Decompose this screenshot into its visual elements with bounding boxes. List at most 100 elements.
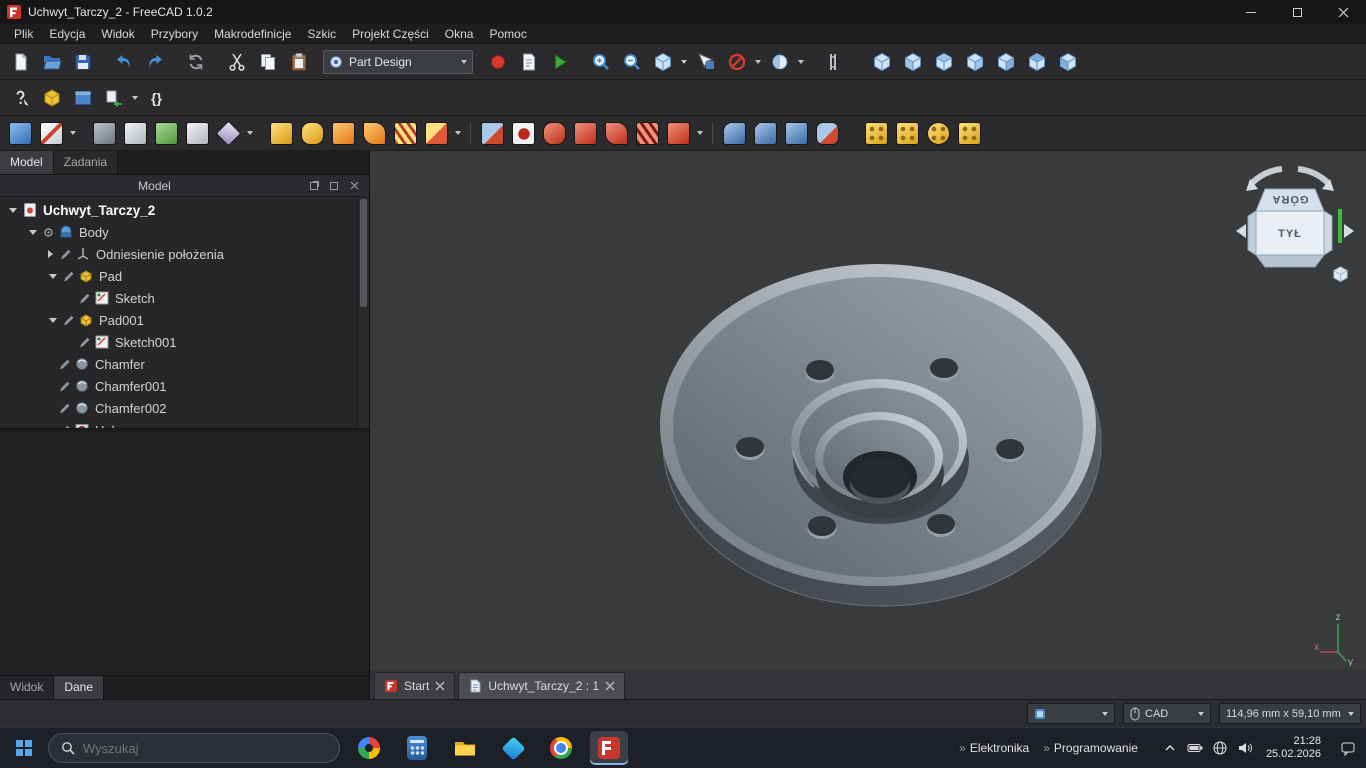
view-top-button[interactable] [929,47,958,76]
hole-button[interactable] [509,119,538,148]
tree-item-origin[interactable]: Odniesienie położenia [0,243,356,265]
workbench-selector[interactable]: Part Design [323,50,473,74]
search-input[interactable] [83,741,303,756]
dimension-display[interactable]: 114,96 mm x 59,10 mm [1219,703,1361,724]
unit-system-selector[interactable] [1027,703,1115,724]
expand-arrow-icon[interactable] [49,274,57,279]
tree-item-hole[interactable]: Hole [0,419,356,429]
groove-button[interactable] [540,119,569,148]
taskbar-app-calculator[interactable] [398,731,436,765]
taskbar-app-explorer[interactable] [446,731,484,765]
maximize-button[interactable] [1274,0,1320,24]
tree-item-chamfer001[interactable]: Chamfer001 [0,375,356,397]
redo-button[interactable] [140,47,169,76]
minimize-button[interactable] [1228,0,1274,24]
navcube-front-label[interactable]: TYŁ [1278,228,1302,240]
copy-button[interactable] [253,47,282,76]
hidden-icons-chevron-icon[interactable] [1162,740,1178,756]
thickness-button[interactable] [813,119,842,148]
menu-pomoc[interactable]: Pomoc [481,25,534,43]
menu-okna[interactable]: Okna [437,25,482,43]
cube-tool-button[interactable] [37,83,66,112]
linear-pattern-button[interactable] [893,119,922,148]
tree-item-pad001[interactable]: Pad001 [0,309,356,331]
deskband-programowanie[interactable]: » Programowanie [1043,741,1138,755]
taskbar-app-chrome[interactable] [542,731,580,765]
datum-button[interactable] [214,119,243,148]
expand-arrow-icon[interactable] [49,318,57,323]
refresh-button[interactable] [181,47,210,76]
view-axonometric-button[interactable] [867,47,896,76]
tab-dane[interactable]: Dane [54,676,104,699]
draw-style-button[interactable] [765,47,794,76]
tree-item-body[interactable]: Body [0,221,356,243]
tree-scrollbar[interactable] [357,197,369,428]
tab-model[interactable]: Model [0,151,54,174]
menu-makrodefinicje[interactable]: Makrodefinicje [206,25,299,43]
zoom-in-button[interactable] [586,47,615,76]
battery-icon[interactable] [1187,740,1203,756]
subtractive-primitive-button[interactable] [664,119,693,148]
pocket-button[interactable] [478,119,507,148]
tree-item-chamfer002[interactable]: Chamfer002 [0,397,356,419]
fillet-button[interactable] [720,119,749,148]
std-views-button[interactable] [648,47,677,76]
shape-binder-button[interactable] [183,119,212,148]
tab-uchwyt-tarczy[interactable]: Uchwyt_Tarczy_2 : 1 [458,672,625,699]
menu-plik[interactable]: Plik [6,25,41,43]
view-bottom-button[interactable] [1022,47,1051,76]
sync-view-button[interactable] [691,47,720,76]
notifications-icon[interactable] [1340,740,1356,756]
std-views-dropdown[interactable] [679,47,689,76]
validate-sketch-button[interactable] [90,119,119,148]
navcube-top-label[interactable]: GÓRA [1272,193,1309,206]
chamfer-button[interactable] [751,119,780,148]
paste-button[interactable] [284,47,313,76]
pad-button[interactable] [267,119,296,148]
network-icon[interactable] [1212,740,1228,756]
menu-widok[interactable]: Widok [93,25,142,43]
menu-szkic[interactable]: Szkic [299,25,344,43]
navigation-style-selector[interactable]: CAD [1123,703,1211,724]
map-sketch-button[interactable] [152,119,181,148]
close-icon[interactable] [605,681,615,691]
taskbar-app-palette[interactable] [350,731,388,765]
menu-edycja[interactable]: Edycja [41,25,93,43]
tab-widok[interactable]: Widok [0,676,54,699]
panels-button[interactable] [68,83,97,112]
tree-item-document[interactable]: Uchwyt_Tarczy_2 [0,199,356,221]
start-button[interactable] [10,734,38,762]
link-actions-button[interactable] [99,83,128,112]
create-sketch-button[interactable] [37,119,66,148]
macro-play-button[interactable] [545,47,574,76]
panel-close-button[interactable] [345,178,363,194]
subtractive-helix-button[interactable] [633,119,662,148]
view-left-button[interactable] [1053,47,1082,76]
link-actions-dropdown[interactable] [130,83,140,112]
edit-feature-button[interactable] [6,119,35,148]
open-button[interactable] [37,47,66,76]
tree-item-sketch001[interactable]: Sketch001 [0,331,356,353]
subtractive-primitive-dropdown[interactable] [695,119,705,148]
draw-style-dropdown[interactable] [796,47,806,76]
multitransform-button[interactable] [955,119,984,148]
view-front-button[interactable] [898,47,927,76]
subtractive-sweep-button[interactable] [602,119,631,148]
clipping-plane-button[interactable] [722,47,751,76]
close-icon[interactable] [435,681,445,691]
clipping-dropdown[interactable] [753,47,763,76]
macro-record-button[interactable] [483,47,512,76]
additive-sweep-button[interactable] [360,119,389,148]
additive-primitive-button[interactable] [422,119,451,148]
polar-pattern-button[interactable] [924,119,953,148]
macro-dialog-button[interactable] [514,47,543,76]
tree-item-pad[interactable]: Pad [0,265,356,287]
tree-item-chamfer[interactable]: Chamfer [0,353,356,375]
draft-button[interactable] [782,119,811,148]
new-document-button[interactable] [6,47,35,76]
undo-button[interactable] [109,47,138,76]
taskbar-app-diamond[interactable] [494,731,532,765]
tab-start[interactable]: Start [374,672,455,699]
collapsed-arrow-icon[interactable] [48,250,53,258]
revolution-button[interactable] [298,119,327,148]
